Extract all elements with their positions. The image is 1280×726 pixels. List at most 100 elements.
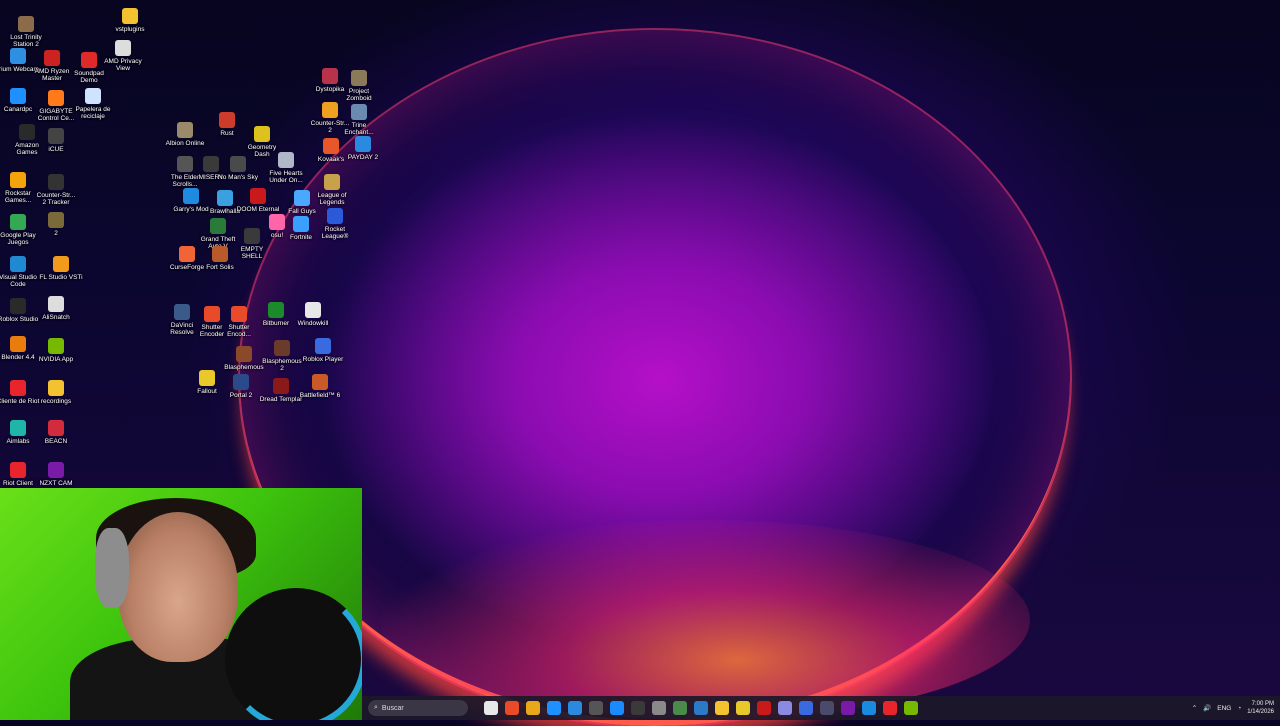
desktop-shortcut[interactable]: Fortnite <box>279 216 323 241</box>
shortcut-label: AliSnatch <box>42 314 70 321</box>
shortcut-icon <box>10 172 26 188</box>
shortcut-icon <box>48 380 64 396</box>
desktop-shortcut[interactable]: vstplugins <box>108 8 152 33</box>
desktop-shortcut[interactable]: NZXT CAM <box>34 462 78 487</box>
shortcut-icon <box>179 246 195 262</box>
taskbar-app-icon[interactable] <box>883 701 897 715</box>
desktop-shortcut[interactable]: Papelera de reciclaje <box>71 88 115 120</box>
shortcut-icon <box>53 256 69 272</box>
desktop-shortcut[interactable]: Battlefield™ 6 <box>298 374 342 399</box>
taskbar-app-icon[interactable] <box>610 701 624 715</box>
shortcut-label: PAYDAY 2 <box>347 154 379 161</box>
desktop-shortcut[interactable]: PAYDAY 2 <box>341 136 385 161</box>
shortcut-icon <box>250 188 266 204</box>
taskbar-app-icon[interactable] <box>862 701 876 715</box>
taskbar-app-icon[interactable] <box>568 701 582 715</box>
taskbar-app-icon[interactable] <box>715 701 729 715</box>
shortcut-icon <box>174 304 190 320</box>
taskbar-app-icon[interactable] <box>757 701 771 715</box>
taskbar-app-icon[interactable] <box>631 701 645 715</box>
desktop-shortcut[interactable]: AliSnatch <box>34 296 78 321</box>
taskbar-app-icon[interactable] <box>526 701 540 715</box>
desktop-shortcut[interactable]: Visual Studio Code <box>0 256 40 288</box>
shortcut-icon <box>268 302 284 318</box>
shortcut-icon <box>10 298 26 314</box>
taskbar-app-icon[interactable] <box>799 701 813 715</box>
desktop-shortcut[interactable]: Fort Solis <box>198 246 242 271</box>
taskbar-search[interactable]: ⌕ Buscar <box>368 700 468 716</box>
desktop-shortcut[interactable]: NVIDIA App <box>34 338 78 363</box>
taskbar-app-icon[interactable] <box>841 701 855 715</box>
desktop-shortcut[interactable]: Blasphemous 2 <box>260 340 304 372</box>
shortcut-icon <box>351 104 367 120</box>
taskbar-app-icon[interactable] <box>505 701 519 715</box>
shortcut-label: DOOM Eternal <box>236 206 280 213</box>
taskbar-app-icon[interactable] <box>778 701 792 715</box>
shortcut-icon <box>231 306 247 322</box>
shortcut-label: Papelera de reciclaje <box>75 106 111 120</box>
shortcut-icon <box>273 378 289 394</box>
webcam-overlay <box>0 488 362 720</box>
shortcut-label: Roblox Player <box>302 356 344 363</box>
shortcut-icon <box>19 124 35 140</box>
desktop-shortcut[interactable]: Counter-Str... 2 Tracker <box>34 174 78 206</box>
shortcut-icon <box>81 52 97 68</box>
desktop-shortcut[interactable]: No Man's Sky <box>216 156 260 181</box>
shortcut-icon <box>219 112 235 128</box>
desktop-shortcut[interactable]: Five Hearts Under On... <box>264 152 308 184</box>
taskbar-app-icon[interactable] <box>694 701 708 715</box>
taskbar-app-icon[interactable] <box>589 701 603 715</box>
shortcut-icon <box>233 374 249 390</box>
taskbar-app-icon[interactable] <box>820 701 834 715</box>
taskbar-app-icon[interactable] <box>484 701 498 715</box>
taskbar-app-icon[interactable] <box>652 701 666 715</box>
chevron-up-icon[interactable]: ⌃ <box>1192 704 1197 712</box>
desktop-shortcut[interactable]: iCUE <box>34 128 78 153</box>
taskbar-app-icon[interactable] <box>547 701 561 715</box>
shortcut-label: iCUE <box>48 146 64 153</box>
headphones <box>95 528 129 608</box>
shortcut-icon <box>327 208 343 224</box>
desktop-shortcut[interactable]: Portal 2 <box>219 374 263 399</box>
shortcut-icon <box>44 50 60 66</box>
desktop-shortcut[interactable]: Project Zomboid <box>337 70 381 102</box>
shortcut-label: AMD Privacy View <box>104 58 142 72</box>
desktop-shortcut[interactable]: AMD Privacy View <box>101 40 145 72</box>
clock[interactable]: 7:00 PM 1/14/2026 <box>1247 700 1274 716</box>
shortcut-icon <box>10 88 26 104</box>
shortcut-label: Five Hearts Under On... <box>269 170 303 184</box>
shortcut-icon <box>294 190 310 206</box>
taskbar-app-icon[interactable] <box>736 701 750 715</box>
speaker-icon[interactable]: 🔊 <box>1203 704 1211 712</box>
desktop-shortcut[interactable]: Trine Enchant... <box>337 104 381 136</box>
desktop-shortcut[interactable]: 2 <box>34 212 78 237</box>
shortcut-icon <box>324 174 340 190</box>
desktop-shortcut[interactable]: FL Studio VSTi <box>39 256 83 281</box>
desktop-shortcut[interactable]: Dread Templar <box>259 378 303 403</box>
shortcut-label: Fort Solis <box>206 264 234 271</box>
shortcut-label: Windowkill <box>297 320 329 327</box>
desktop-shortcut[interactable]: recordings <box>34 380 78 405</box>
shortcut-label: FL Studio VSTi <box>39 274 83 281</box>
shortcut-label: Fortnite <box>289 234 313 241</box>
shortcut-icon <box>236 346 252 362</box>
shortcut-icon <box>10 214 26 230</box>
taskbar-app-icon[interactable] <box>904 701 918 715</box>
desktop-shortcut[interactable]: Albion Online <box>163 122 207 147</box>
shortcut-icon <box>322 102 338 118</box>
desktop-shortcut[interactable]: Lost Trinity Station 2 <box>4 16 48 48</box>
language-indicator[interactable]: ENG <box>1217 705 1231 712</box>
wifi-icon[interactable]: ◔ <box>1237 705 1241 712</box>
desktop-shortcut[interactable]: Windowkill <box>291 302 335 327</box>
shortcut-icon <box>217 190 233 206</box>
shortcut-label: recordings <box>40 398 72 405</box>
shortcut-icon <box>48 462 64 478</box>
shortcut-icon <box>10 420 26 436</box>
shortcut-icon <box>177 122 193 138</box>
taskbar-app-icon[interactable] <box>673 701 687 715</box>
shortcut-label: BEACN <box>44 438 68 445</box>
system-tray: ⌃ 🔊 ENG ◔ 7:00 PM 1/14/2026 <box>1192 696 1274 720</box>
desktop-shortcut[interactable]: Roblox Player <box>301 338 345 363</box>
desktop-shortcut[interactable]: BEACN <box>34 420 78 445</box>
desktop-shortcut[interactable]: DOOM Eternal <box>236 188 280 213</box>
